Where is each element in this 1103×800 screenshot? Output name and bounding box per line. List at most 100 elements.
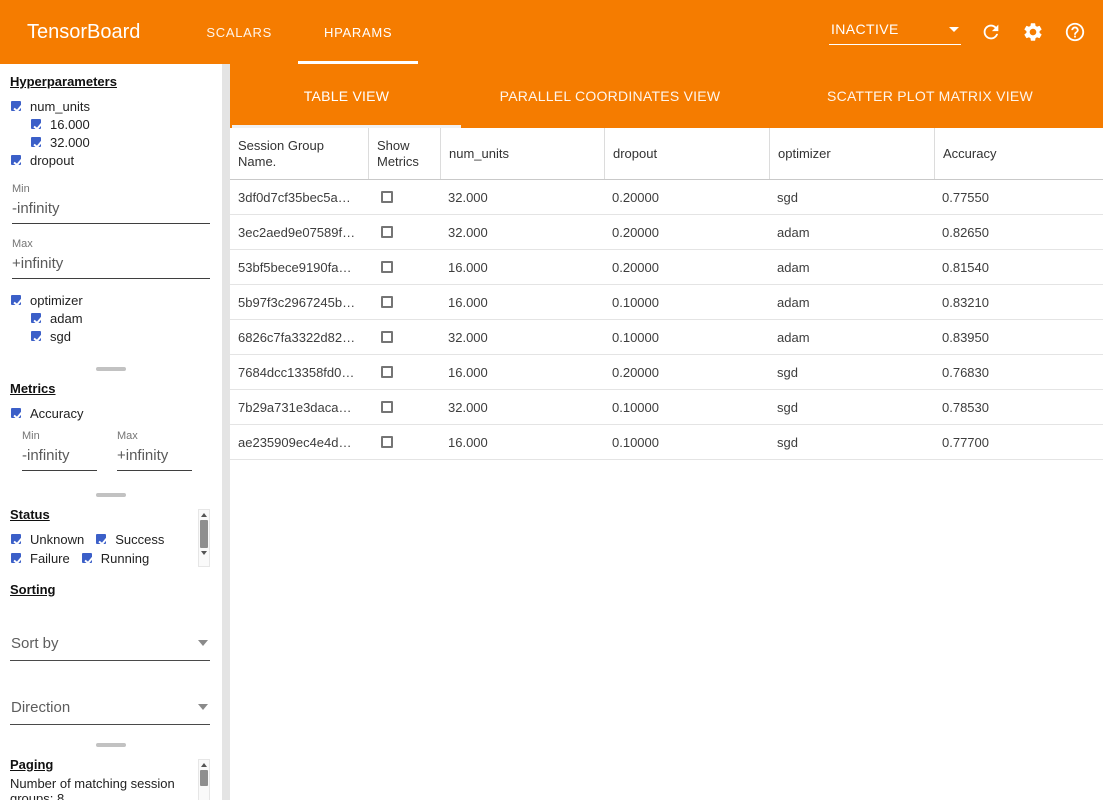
running-checkbox[interactable] [82, 553, 92, 563]
help-icon[interactable] [1063, 20, 1087, 44]
num-units-cell: 16.000 [440, 365, 604, 380]
show-metrics-checkbox[interactable] [381, 296, 393, 308]
tab-scatter-plot-matrix-view[interactable]: SCATTER PLOT MATRIX VIEW [757, 64, 1103, 128]
show-metrics-checkbox[interactable] [381, 401, 393, 413]
tab-parallel-coordinates-view[interactable]: PARALLEL COORDINATES VIEW [463, 64, 757, 128]
tab-table-view[interactable]: TABLE VIEW [230, 64, 463, 128]
direction-value: Direction [11, 699, 70, 716]
sgd-checkbox[interactable] [31, 331, 41, 341]
dropout-cell: 0.10000 [604, 295, 769, 310]
dropout-cell: 0.10000 [604, 330, 769, 345]
show-metrics-cell [368, 401, 440, 413]
scroll-up-icon[interactable] [201, 513, 207, 517]
dropout-cell: 0.20000 [604, 190, 769, 205]
adam-checkbox[interactable] [31, 313, 41, 323]
scroll-up-icon[interactable] [201, 763, 207, 767]
direction-select[interactable]: Direction [10, 699, 210, 725]
table-row: 7684dcc13358fd0… 16.000 0.20000 sgd 0.76… [230, 355, 1103, 390]
session-group-name: 3ec2aed9e07589f… [230, 225, 368, 240]
success-checkbox[interactable] [96, 534, 106, 544]
session-group-name: 5b97f3c2967245b… [230, 295, 368, 310]
resize-handle[interactable] [96, 367, 126, 371]
show-metrics-checkbox[interactable] [381, 261, 393, 273]
metrics-list: Accuracy [0, 404, 222, 422]
accuracy-cell: 0.83950 [934, 330, 1103, 345]
view-tabs: TABLE VIEW PARALLEL COORDINATES VIEW SCA… [230, 64, 1103, 128]
value-32-checkbox[interactable] [31, 137, 41, 147]
show-metrics-checkbox[interactable] [381, 436, 393, 448]
show-metrics-cell [368, 261, 440, 273]
hparam-row-16: 16.000 [31, 115, 222, 133]
failure-checkbox[interactable] [11, 553, 21, 563]
unknown-checkbox[interactable] [11, 534, 21, 544]
show-metrics-cell [368, 331, 440, 343]
sort-by-select[interactable]: Sort by [10, 635, 210, 661]
num-units-checkbox[interactable] [11, 101, 21, 111]
session-group-name: 53bf5bece9190fa… [230, 260, 368, 275]
scrollbar-thumb[interactable] [200, 770, 208, 786]
table-row: ae235909ec4e4d… 16.000 0.10000 sgd 0.777… [230, 425, 1103, 460]
show-metrics-checkbox[interactable] [381, 331, 393, 343]
min-input[interactable]: -infinity [12, 195, 210, 224]
show-metrics-checkbox[interactable] [381, 191, 393, 203]
optimizer-cell: adam [769, 225, 934, 240]
section-metrics: Metrics Accuracy Min -infinity Max +infi… [0, 381, 222, 497]
status-row-failure: Failure [11, 549, 70, 567]
max-label: Max [12, 238, 210, 250]
refresh-icon[interactable] [979, 20, 1003, 44]
optimizer-cell: adam [769, 330, 934, 345]
resize-handle[interactable] [96, 493, 126, 497]
unknown-label: Unknown [30, 532, 84, 547]
paging-scrollbar[interactable] [198, 759, 210, 800]
value-16-checkbox[interactable] [31, 119, 41, 129]
table-header: Session Group Name. Show Metrics num_uni… [230, 128, 1103, 180]
scrollbar-thumb[interactable] [200, 520, 208, 548]
tab-hparams[interactable]: HPARAMS [298, 0, 418, 64]
max-input[interactable]: +infinity [12, 250, 210, 279]
dropout-min-field: Min -infinity [12, 183, 210, 224]
max-label: Max [117, 430, 192, 442]
chevron-down-icon [198, 640, 208, 646]
status-select[interactable]: INACTIVE [829, 19, 961, 45]
show-metrics-checkbox[interactable] [381, 366, 393, 378]
column-header-num-units: num_units [440, 128, 604, 179]
session-group-name: 3df0d7cf35bec5a… [230, 190, 368, 205]
dropout-cell: 0.20000 [604, 365, 769, 380]
dropout-checkbox[interactable] [11, 155, 21, 165]
tab-scalars[interactable]: SCALARS [180, 0, 298, 64]
dropout-cell: 0.20000 [604, 260, 769, 275]
status-checkbox-list: Unknown Success Failure Running [11, 530, 196, 568]
status-row-unknown: Unknown [11, 530, 84, 548]
scroll-down-icon[interactable] [201, 551, 207, 555]
paging-heading: Paging [10, 757, 222, 772]
show-metrics-cell [368, 366, 440, 378]
optimizer-checkbox[interactable] [11, 295, 21, 305]
optimizer-cell: adam [769, 260, 934, 275]
table-row: 5b97f3c2967245b… 16.000 0.10000 adam 0.8… [230, 285, 1103, 320]
paging-info: Number of matching session groups: 8 [10, 776, 188, 800]
column-header-show-metrics: Show Metrics [368, 128, 440, 179]
running-label: Running [101, 551, 149, 566]
table-row: 6826c7fa3322d82… 32.000 0.10000 adam 0.8… [230, 320, 1103, 355]
gear-icon[interactable] [1021, 20, 1045, 44]
accuracy-max-input[interactable]: +infinity [117, 442, 192, 471]
optimizer-label: optimizer [30, 293, 83, 308]
status-row-running: Running [82, 549, 149, 567]
hyperparameter-list: num_units 16.000 32.000 dropout [0, 97, 222, 169]
sort-by-value: Sort by [11, 635, 59, 652]
table-row: 3ec2aed9e07589f… 32.000 0.20000 adam 0.8… [230, 215, 1103, 250]
status-scrollbar[interactable] [198, 509, 210, 567]
column-header-dropout: dropout [604, 128, 769, 179]
resize-handle[interactable] [96, 743, 126, 747]
show-metrics-checkbox[interactable] [381, 226, 393, 238]
show-metrics-cell [368, 296, 440, 308]
accuracy-min-input[interactable]: -infinity [22, 442, 97, 471]
num-units-cell: 32.000 [440, 330, 604, 345]
hparam-row-adam: adam [31, 309, 222, 327]
show-metrics-cell [368, 436, 440, 448]
accuracy-checkbox[interactable] [11, 408, 21, 418]
num-units-label: num_units [30, 99, 90, 114]
optimizer-list: optimizer adam sgd [0, 291, 222, 345]
accuracy-cell: 0.76830 [934, 365, 1103, 380]
section-sorting: Sorting Sort by Direction [0, 582, 222, 747]
